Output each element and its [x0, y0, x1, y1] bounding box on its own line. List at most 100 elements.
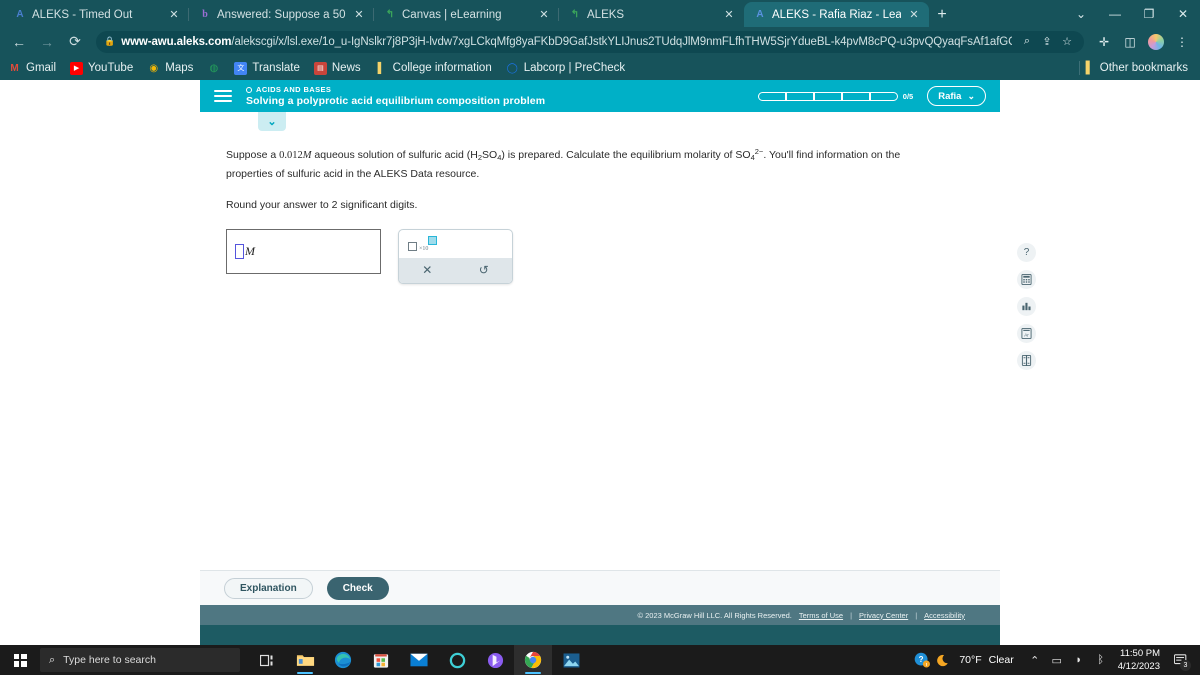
bookmark-star-icon[interactable]: ☆ — [1058, 35, 1076, 48]
close-window-button[interactable]: ✕ — [1166, 0, 1200, 27]
tab-close-icon[interactable]: ✕ — [907, 8, 921, 22]
bookmark-youtube[interactable]: ▶ YouTube — [70, 61, 133, 75]
copyright-bar: © 2023 McGraw Hill LLC. All Rights Reser… — [200, 605, 1000, 625]
tab-close-icon[interactable]: ✕ — [352, 8, 366, 22]
microsoft-edge-icon[interactable] — [324, 645, 362, 675]
address-bar[interactable]: 🔒 www-awu.aleks.com/alekscgi/x/lsl.exe/1… — [96, 30, 1084, 53]
reference-book-icon[interactable] — [1017, 351, 1036, 370]
start-button[interactable] — [0, 645, 40, 675]
chrome-glyph — [524, 651, 542, 669]
active-indicator — [297, 672, 313, 674]
side-panel-icon[interactable]: ◫ — [1118, 30, 1142, 54]
translate-icon: 文 — [234, 61, 248, 75]
tab-title: ALEKS - Timed Out — [32, 8, 133, 21]
other-bookmarks[interactable]: ▌ Other bookmarks — [1078, 61, 1192, 75]
bluetooth-icon[interactable]: ᛒ — [1090, 645, 1112, 675]
bing-glyph — [487, 652, 503, 668]
bar-chart-glyph — [1022, 302, 1031, 311]
accessibility-link[interactable]: Accessibility — [924, 611, 965, 620]
tab-search-icon[interactable]: ⌄ — [1064, 0, 1098, 27]
bookmark-college-information[interactable]: ▌ College information — [375, 62, 492, 75]
undo-button[interactable]: ↺ — [456, 263, 513, 277]
task-view-icon[interactable] — [248, 645, 286, 675]
forward-icon[interactable]: → — [34, 29, 60, 55]
privacy-center-link[interactable]: Privacy Center — [859, 611, 908, 620]
bookmark-labcorp-precheck[interactable]: ◯ Labcorp | PreCheck — [506, 62, 626, 75]
notification-center-button[interactable]: 3 — [1168, 645, 1194, 675]
task-view-glyph — [259, 654, 272, 666]
progress-indicator: 0/5 — [757, 91, 913, 101]
sub-header-bar: ⌄ — [200, 112, 1000, 131]
check-button[interactable]: Check — [326, 576, 389, 600]
progress-segment — [841, 91, 870, 101]
google-chrome-icon[interactable] — [514, 645, 552, 675]
tab-favicon-canvas: ↰ — [570, 9, 580, 20]
browser-tab[interactable]: ↰ ALEKS ✕ — [558, 2, 744, 27]
url-text: www-awu.aleks.com/alekscgi/x/lsl.exe/1o_… — [121, 36, 1012, 48]
data-chart-icon[interactable] — [1017, 297, 1036, 316]
scientific-notation-button[interactable]: ×10 — [408, 236, 452, 256]
share-icon[interactable]: ⇪ — [1038, 35, 1056, 48]
microsoft-store-icon[interactable] — [362, 645, 400, 675]
user-name: Rafia — [938, 90, 962, 102]
clear-button[interactable]: ✕ — [399, 263, 456, 277]
browser-tab[interactable]: b Answered: Suppose a 500. mL fla ✕ — [188, 2, 374, 27]
calculator-icon[interactable] — [1017, 270, 1036, 289]
user-menu-button[interactable]: Rafia ⌄ — [927, 86, 986, 106]
clock[interactable]: 11:50 PM 4/12/2023 — [1112, 647, 1168, 674]
back-icon[interactable]: ← — [6, 29, 32, 55]
browser-tab[interactable]: A ALEKS - Timed Out ✕ — [4, 2, 189, 27]
photos-icon[interactable] — [552, 645, 590, 675]
mail-icon[interactable] — [400, 645, 438, 675]
bookmarks-bar: M Gmail ▶ YouTube ◉ Maps ◍ 文 Translate ▤… — [0, 56, 1200, 80]
browser-menu-icon[interactable]: ⋮ — [1170, 30, 1194, 54]
extensions-icon[interactable]: ✛ — [1092, 30, 1116, 54]
news-icon: ▤ — [313, 61, 327, 75]
bookmark-maps[interactable]: ◉ Maps — [147, 62, 193, 75]
topic-text: ACIDS AND BASES — [256, 85, 332, 94]
url-host: www-awu.aleks.com — [121, 35, 232, 48]
wifi-icon[interactable]: ◗ — [1068, 645, 1090, 675]
bookmark-label: News — [331, 62, 361, 74]
tab-close-icon[interactable]: ✕ — [537, 8, 551, 22]
file-explorer-icon[interactable] — [286, 645, 324, 675]
terms-of-use-link[interactable]: Terms of Use — [799, 611, 843, 620]
weather-widget[interactable]: 70°F Clear — [937, 653, 1014, 668]
explanation-button[interactable]: Explanation — [224, 577, 313, 599]
search-icon[interactable]: ⌕ — [1018, 35, 1036, 48]
search-input[interactable]: ⌕ Type here to search — [40, 648, 240, 672]
cortana-icon[interactable] — [438, 645, 476, 675]
tool-rail: ? Ar — [1017, 243, 1036, 370]
microsoft-bing-icon[interactable] — [476, 645, 514, 675]
periodic-table-icon[interactable]: Ar — [1017, 324, 1036, 343]
show-hidden-icons[interactable]: ⌃ — [1024, 645, 1046, 675]
progress-segment — [785, 91, 814, 101]
bookmark-news[interactable]: ▤ News — [313, 61, 361, 75]
system-tray: ⌃ ▭ ◗ ᛒ — [1024, 645, 1112, 675]
menu-hamburger-icon[interactable] — [214, 90, 232, 102]
help-notification-icon[interactable]: ? ! — [907, 645, 937, 675]
q-part1: Suppose a — [226, 149, 280, 161]
browser-tab[interactable]: ↰ Canvas | eLearning ✕ — [373, 2, 559, 27]
tab-favicon-aleks: A — [16, 9, 24, 20]
edge-glyph — [334, 651, 352, 669]
maximize-button[interactable]: ❐ — [1132, 0, 1166, 27]
battery-icon[interactable]: ▭ — [1046, 645, 1068, 675]
folder-glyph — [296, 655, 314, 666]
browser-tab-active[interactable]: A ALEKS - Rafia Riaz - Learn ✕ — [744, 2, 929, 27]
progress-segment — [813, 91, 842, 101]
bookmark-unnamed[interactable]: ◍ — [207, 62, 220, 75]
tab-close-icon[interactable]: ✕ — [167, 8, 181, 22]
bookmark-translate[interactable]: 文 Translate — [234, 61, 300, 75]
help-icon[interactable]: ? — [1017, 243, 1036, 262]
weather-temp: 70°F — [959, 654, 982, 666]
reload-icon[interactable]: ⟳ — [62, 29, 88, 55]
bookmark-gmail[interactable]: M Gmail — [8, 62, 56, 75]
lock-icon: 🔒 — [104, 36, 116, 46]
panel-expand-button[interactable]: ⌄ — [258, 112, 286, 131]
profile-avatar[interactable] — [1144, 30, 1168, 54]
minimize-button[interactable]: — — [1098, 0, 1132, 27]
answer-input[interactable]: M — [226, 228, 381, 274]
new-tab-button[interactable]: + — [929, 2, 955, 27]
tab-close-icon[interactable]: ✕ — [722, 8, 736, 22]
